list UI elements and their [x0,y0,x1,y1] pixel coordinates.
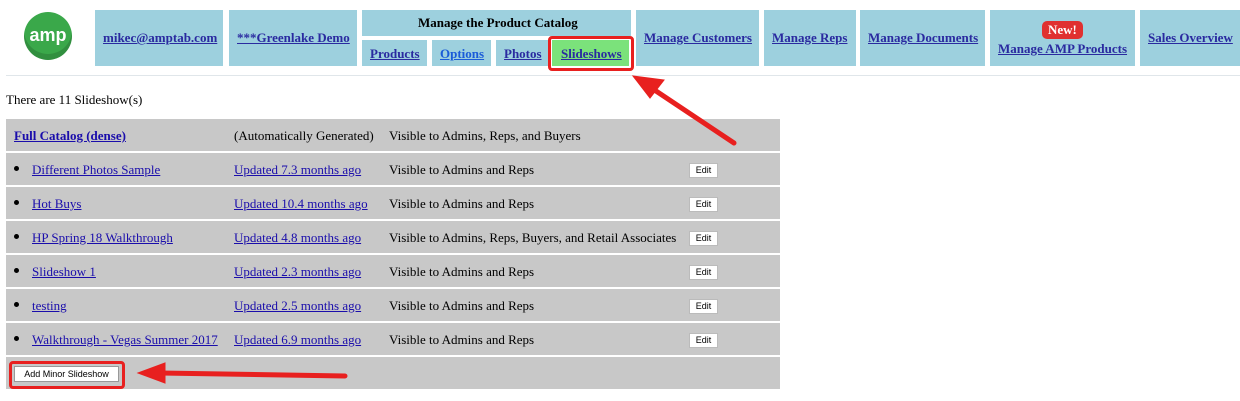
arrow-to-add-button [136,362,348,384]
arrow-to-slideshows [631,75,737,146]
annotation-arrows [136,75,737,384]
